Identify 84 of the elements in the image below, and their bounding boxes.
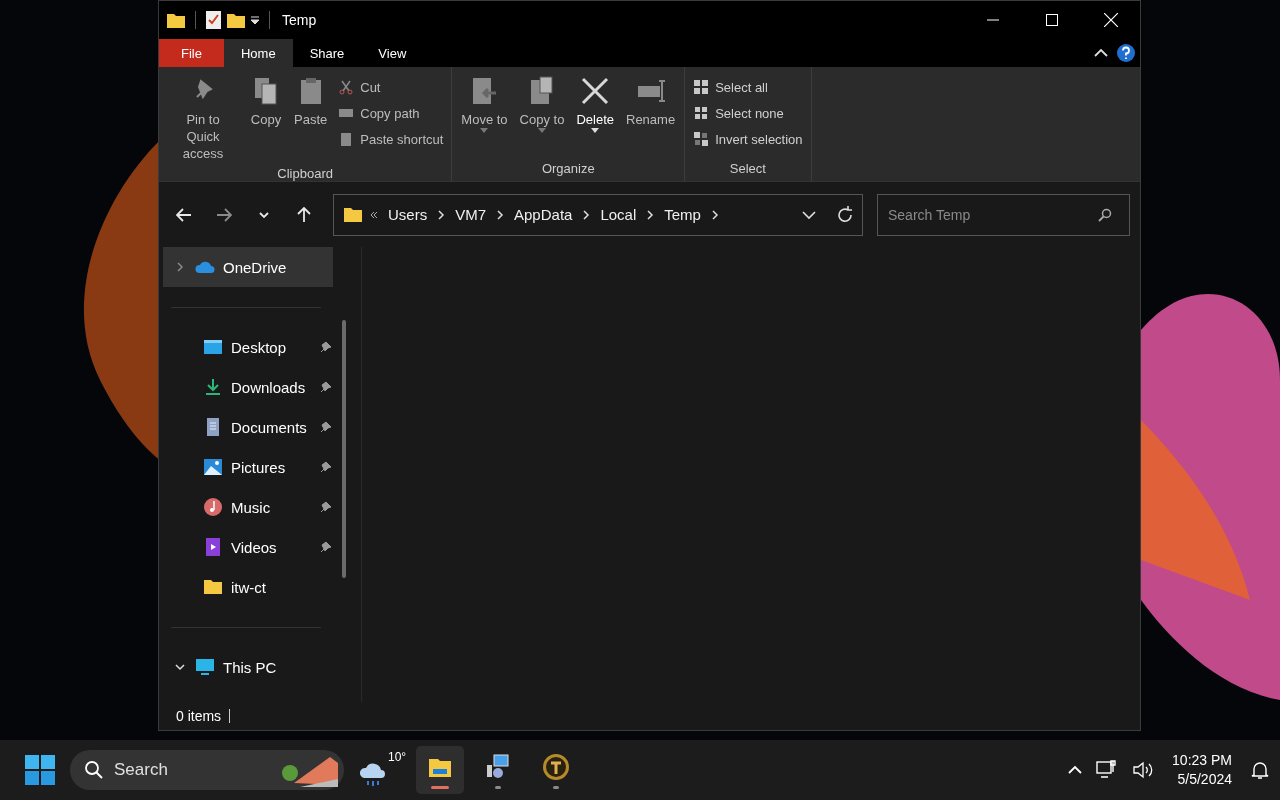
grid-icon <box>693 131 710 147</box>
music-icon <box>203 498 223 516</box>
ribbon-button[interactable]: Select all <box>689 74 807 100</box>
ribbon-button[interactable]: Delete <box>571 71 619 137</box>
maximize-icon <box>1045 14 1058 26</box>
ribbon-tab[interactable]: Home <box>223 39 293 67</box>
desktop-icon <box>203 338 223 356</box>
nav-pane-item[interactable]: Videos <box>163 527 333 567</box>
dropdown-icon[interactable] <box>251 16 259 24</box>
ribbon-tab[interactable]: File <box>159 39 224 67</box>
network-icon[interactable] <box>1096 760 1119 780</box>
arrow-up-icon <box>297 206 311 223</box>
chevron-down-icon[interactable] <box>802 209 816 220</box>
grid-icon <box>693 79 710 95</box>
breadcrumb[interactable]: VM7 <box>453 206 488 223</box>
bell-icon[interactable] <box>1250 760 1270 780</box>
weather-widget[interactable]: 10° <box>358 750 407 790</box>
pin-icon <box>319 540 333 554</box>
chevron-up-icon[interactable] <box>1068 765 1083 775</box>
grid-icon <box>693 105 710 121</box>
ribbon-button[interactable]: Invert selection <box>689 126 807 152</box>
taskbar-app[interactable] <box>416 746 465 794</box>
scissors-icon <box>338 79 355 95</box>
window-title: Temp <box>282 12 317 28</box>
cloud-icon <box>195 261 215 273</box>
help-icon[interactable] <box>1116 43 1136 63</box>
pin-icon <box>319 380 333 394</box>
search-field[interactable]: Search Temp <box>877 193 1130 236</box>
chevron-right-icon[interactable] <box>582 209 591 220</box>
nav-pane-item[interactable]: Downloads <box>163 367 333 407</box>
download-icon <box>203 378 223 396</box>
pin-icon <box>319 420 333 434</box>
checklist-icon[interactable] <box>206 11 221 29</box>
caret-icon <box>591 128 600 133</box>
nav-pane-item[interactable]: OneDrive <box>163 247 333 287</box>
volume-icon[interactable] <box>1132 760 1155 780</box>
folder-icon <box>203 579 223 595</box>
arrow-left-icon <box>176 207 192 222</box>
ribbon-group-label: Organize <box>540 161 596 178</box>
taskbar-search-field[interactable]: Search <box>70 750 344 790</box>
ribbon-tab[interactable]: Share <box>292 39 362 67</box>
nav-pane-item[interactable]: Desktop <box>163 327 333 367</box>
ribbon-group-label: Clipboard <box>276 166 334 183</box>
nav-pane-item[interactable]: This PC <box>163 647 333 687</box>
video-icon <box>203 538 223 556</box>
ribbon-tab[interactable]: View <box>361 39 424 67</box>
scrollbar[interactable] <box>342 320 346 578</box>
nav-pane-item[interactable]: Pictures <box>163 447 333 487</box>
arrow-right-icon <box>216 207 232 222</box>
breadcrumb[interactable]: Temp <box>662 206 703 223</box>
breadcrumb[interactable]: AppData <box>512 206 575 223</box>
address-bar[interactable]: Users VM7 AppData Local Temp <box>333 193 863 236</box>
picture-icon <box>203 458 223 476</box>
item-count: 0 items <box>176 708 222 724</box>
refresh-icon[interactable] <box>836 205 854 224</box>
chevron-right-icon[interactable] <box>710 209 719 220</box>
breadcrumb[interactable]: Local <box>598 206 639 223</box>
pin-icon <box>319 460 333 474</box>
chevron-down-icon <box>174 661 186 673</box>
nav-pane-item[interactable]: itw-ct <box>163 567 333 607</box>
chevron-right-icon[interactable] <box>496 209 504 220</box>
ribbon-button[interactable]: Select none <box>689 100 807 126</box>
nav-pane-item[interactable]: Music <box>163 487 333 527</box>
search-icon <box>1098 207 1112 222</box>
ribbon-group-label: Select <box>728 161 767 178</box>
nav-pane-item[interactable]: Documents <box>163 407 333 447</box>
double-chevron-icon <box>370 210 378 219</box>
chevron-down-icon <box>259 211 269 218</box>
caret-icon <box>538 128 546 133</box>
chevron-right-icon[interactable] <box>646 209 655 220</box>
breadcrumb[interactable]: Users <box>386 206 430 223</box>
search-icon <box>84 760 104 780</box>
chevron-right-icon <box>174 261 186 273</box>
monitor-icon <box>195 658 215 676</box>
close-icon <box>1103 13 1118 27</box>
folder-icon[interactable] <box>227 12 245 28</box>
folder-icon <box>167 12 185 28</box>
pin-icon <box>319 340 333 354</box>
collapse-ribbon-icon[interactable] <box>1094 48 1108 58</box>
folder-icon <box>344 207 362 222</box>
clock[interactable]: 10:23 PM 5/5/2024 <box>1168 751 1236 789</box>
chevron-right-icon[interactable] <box>437 209 446 220</box>
pin-icon <box>319 500 333 514</box>
caret-icon <box>480 128 489 133</box>
